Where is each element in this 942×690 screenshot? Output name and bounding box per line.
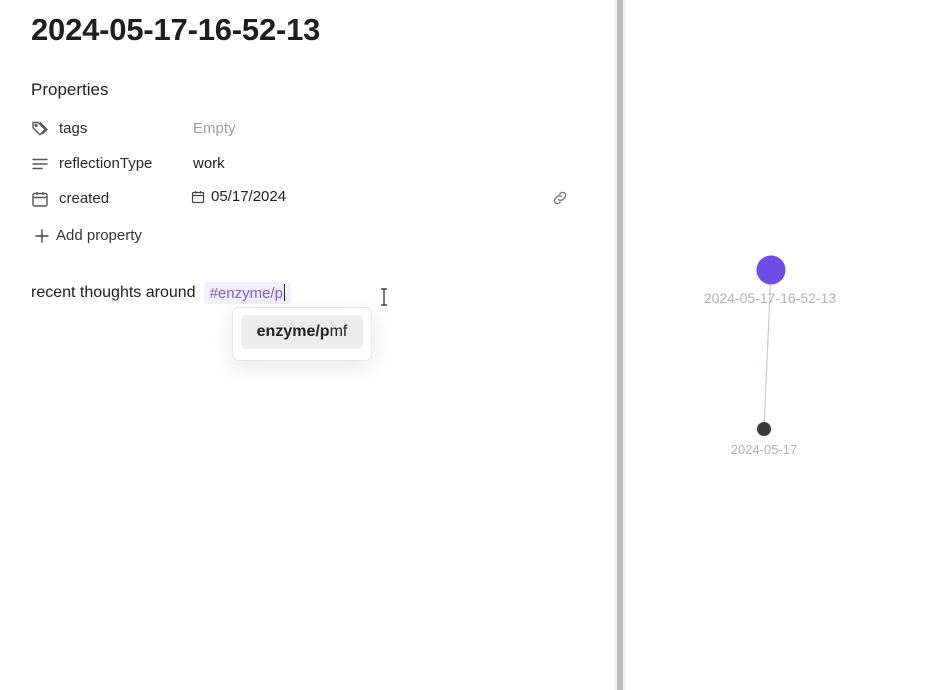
property-row-created[interactable]: created 05/17/2024: [31, 187, 576, 211]
calendar-icon: [31, 190, 49, 208]
properties-heading[interactable]: Properties: [31, 80, 108, 100]
add-property-button[interactable]: Add property: [35, 227, 142, 244]
suggestion-rest: mf: [329, 323, 348, 340]
property-value-empty[interactable]: Empty: [193, 120, 236, 137]
property-row-reflectiontype[interactable]: reflectionType work: [31, 152, 576, 176]
property-key: created: [59, 190, 110, 207]
page-title[interactable]: 2024-05-17-16-52-13: [31, 12, 320, 48]
graph-canvas[interactable]: 2024-05-17-16-52-13 2024-05-17: [626, 0, 942, 690]
body-text: recent thoughts around: [31, 284, 196, 301]
graph-node-note[interactable]: [756, 255, 786, 285]
plus-icon: [35, 228, 49, 243]
pane-resize-handle[interactable]: [614, 0, 626, 690]
tag-suggestion-item[interactable]: enzyme/p mf: [241, 315, 363, 349]
note-body-line[interactable]: recent thoughts around #enzyme/p: [31, 282, 291, 304]
resize-bar: [617, 0, 623, 690]
suggestion-match: enzyme/p: [256, 323, 330, 340]
link-icon[interactable]: [551, 189, 569, 207]
tag-input-text: #enzyme/p: [209, 285, 283, 302]
ibeam-cursor-icon: [379, 288, 389, 306]
tag-suggestion-popup: enzyme/p mf: [232, 307, 372, 361]
property-value[interactable]: work: [193, 155, 225, 172]
graph-view-pane[interactable]: 2024-05-17-16-52-13 2024-05-17: [626, 0, 942, 690]
graph-node-date[interactable]: [757, 422, 771, 436]
add-property-label: Add property: [56, 227, 142, 244]
small-calendar-icon: [191, 190, 205, 203]
property-key: tags: [59, 120, 88, 137]
property-row-tags[interactable]: tags Empty: [31, 117, 576, 141]
date-value[interactable]: 05/17/2024: [191, 188, 286, 205]
graph-node-label-date: 2024-05-17: [731, 442, 798, 457]
property-key: reflectionType: [59, 155, 153, 172]
text-lines-icon: [31, 155, 49, 173]
date-text: 05/17/2024: [211, 188, 287, 205]
note-editor-pane: 2024-05-17-16-52-13 Properties tags Empt…: [0, 0, 614, 690]
text-caret: [283, 284, 285, 301]
tag-input-chip[interactable]: #enzyme/p: [203, 282, 291, 304]
graph-node-label-note: 2024-05-17-16-52-13: [704, 290, 837, 306]
tags-icon: [31, 120, 49, 138]
